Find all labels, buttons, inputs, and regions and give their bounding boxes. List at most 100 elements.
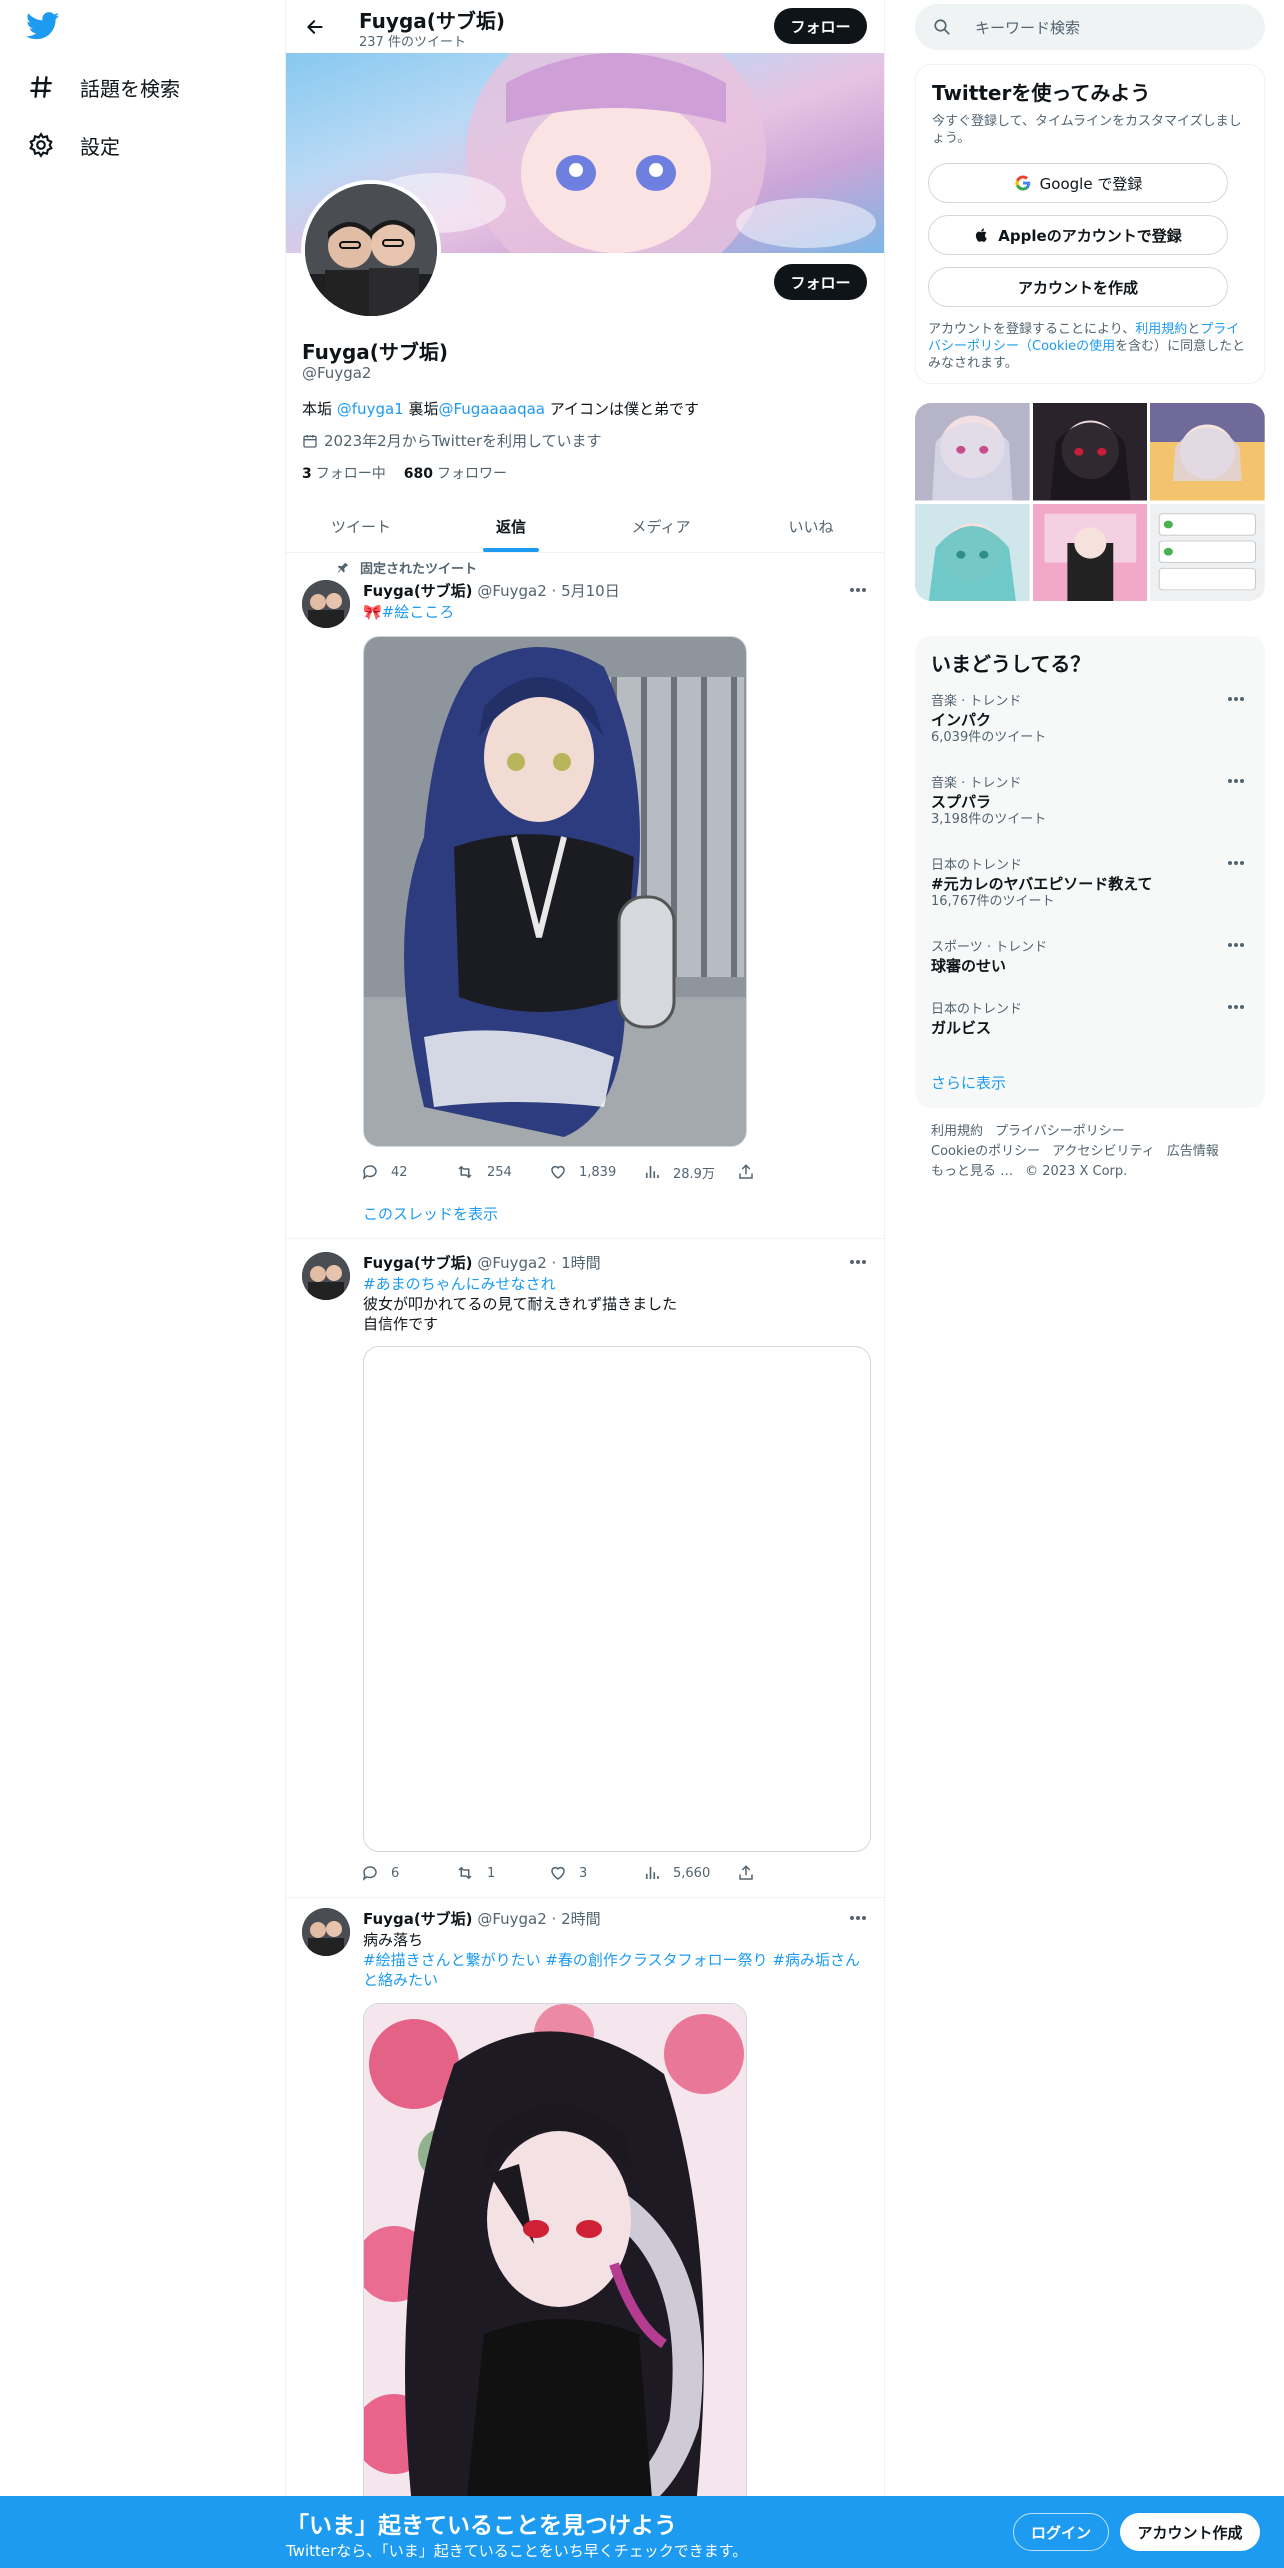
tweet-meta[interactable]: @Fuyga2 · 2時間 bbox=[477, 1910, 600, 1928]
google-signup-button[interactable]: Google で登録 bbox=[928, 163, 1228, 203]
trend-item[interactable]: 日本のトレンド #元カレのヤバエピソード教えて 16,767件のツイート bbox=[931, 858, 1251, 910]
footer-link-terms[interactable]: 利用規約 bbox=[931, 1124, 983, 1139]
twitter-logo-icon[interactable] bbox=[26, 12, 66, 44]
more-options-icon[interactable] bbox=[1227, 778, 1245, 784]
views-button[interactable]: 28.9万 bbox=[643, 1160, 737, 1184]
views-button[interactable]: 5,660 bbox=[643, 1861, 737, 1885]
tweet-meta[interactable]: @Fuyga2 · 5月10日 bbox=[477, 582, 619, 600]
show-thread-link[interactable]: このスレッドを表示 bbox=[363, 1204, 498, 1224]
login-button[interactable]: ログイン bbox=[1013, 2513, 1109, 2551]
profile-header-bar: Fuyga(サブ垢) 237 件のツイート フォロー bbox=[286, 0, 884, 53]
search-input[interactable]: キーワード検索 bbox=[975, 17, 1080, 38]
create-account-button[interactable]: アカウントを作成 bbox=[928, 267, 1228, 307]
back-arrow-icon[interactable] bbox=[298, 10, 332, 44]
following-link[interactable]: 3 フォロー中 bbox=[302, 463, 386, 483]
tweet-hashtag[interactable]: 🎀#絵こころ bbox=[363, 602, 454, 622]
calendar-icon bbox=[302, 433, 318, 449]
tweet-meta[interactable]: @Fuyga2 · 1時間 bbox=[477, 1254, 600, 1272]
tab-replies[interactable]: 返信 bbox=[436, 500, 586, 552]
tweet-media-image[interactable] bbox=[363, 2003, 747, 2523]
tab-likes[interactable]: いいね bbox=[736, 500, 884, 552]
search-icon bbox=[933, 18, 951, 36]
share-icon[interactable] bbox=[737, 1160, 767, 1184]
retweet-button[interactable]: 1 bbox=[455, 1861, 549, 1885]
bio-mention-link[interactable]: @fuyga1 bbox=[337, 400, 404, 418]
retweet-button[interactable]: 254 bbox=[455, 1160, 549, 1184]
reply-button[interactable]: 42 bbox=[361, 1160, 455, 1184]
more-options-icon[interactable] bbox=[848, 1908, 868, 1928]
trend-title: インパク bbox=[931, 711, 992, 729]
footer-link-accessibility[interactable]: アクセシビリティ bbox=[1052, 1144, 1155, 1159]
tweet-hashtag[interactable]: #あまのちゃんにみせなされ bbox=[363, 1274, 556, 1294]
like-count: 3 bbox=[579, 1865, 588, 1881]
trends-title: いまどうしてる？ bbox=[931, 652, 1091, 676]
following-count: 3 bbox=[302, 466, 312, 482]
more-options-icon[interactable] bbox=[1227, 942, 1245, 948]
bottombar-title: 「いま」起きていることを見つけよう bbox=[286, 2513, 677, 2539]
tweet-media-placeholder[interactable] bbox=[363, 1346, 871, 1852]
more-options-icon[interactable] bbox=[1227, 860, 1245, 866]
profile-handle: @Fuyga2 bbox=[302, 364, 372, 382]
trend-category: 音楽 · トレンド bbox=[931, 776, 1022, 791]
tweet-hashtags[interactable]: #絵描きさんと繋がりたい #春の創作クラスタフォロー祭り #病み垢さん bbox=[363, 1950, 860, 1970]
share-icon[interactable] bbox=[737, 1861, 767, 1885]
footer-links: 利用規約 プライバシーポリシー Cookieのポリシー アクセシビリティ 広告情報 も… bbox=[931, 1122, 1261, 1182]
more-options-icon[interactable] bbox=[1227, 1004, 1245, 1010]
tab-tweets[interactable]: ツイート bbox=[286, 500, 436, 552]
tweet-hashtags[interactable]: と絡みたい bbox=[363, 1970, 438, 1990]
more-options-icon[interactable] bbox=[848, 1252, 868, 1272]
tweet-text: 病み落ち bbox=[363, 1931, 424, 1949]
trends-show-more-link[interactable]: さらに表示 bbox=[931, 1072, 1006, 1093]
google-signup-label: Google で登録 bbox=[1039, 174, 1143, 193]
views-count: 28.9万 bbox=[673, 1166, 715, 1182]
tweet-avatar[interactable] bbox=[302, 1908, 350, 1956]
trend-item[interactable]: スポーツ · トレンド 球審のせい bbox=[931, 940, 1251, 976]
tweet-avatar[interactable] bbox=[302, 1252, 350, 1300]
profile-avatar[interactable] bbox=[301, 180, 441, 320]
terms-link[interactable]: 利用規約 bbox=[1135, 322, 1187, 337]
profile-follow-button[interactable]: フォロー bbox=[774, 264, 867, 300]
profile-joined: 2023年2月からTwitterを利用しています bbox=[302, 430, 602, 451]
bio-mention-link[interactable]: @Fugaaaaqaa bbox=[438, 400, 545, 418]
nav-explore[interactable]: 話題を検索 bbox=[26, 67, 180, 107]
media-thumbnail[interactable] bbox=[915, 403, 1030, 501]
footer-link-ads[interactable]: 広告情報 bbox=[1167, 1144, 1219, 1159]
followers-link[interactable]: 680 フォロワー bbox=[404, 463, 507, 483]
apple-icon bbox=[974, 226, 990, 244]
like-button[interactable]: 1,839 bbox=[549, 1160, 643, 1184]
apple-signup-button[interactable]: Appleのアカウントで登録 bbox=[928, 215, 1228, 255]
more-options-icon[interactable] bbox=[1227, 696, 1245, 702]
media-thumbnail[interactable] bbox=[915, 503, 1030, 602]
tweet-author-name[interactable]: Fuyga(サブ垢) bbox=[363, 1254, 473, 1272]
reply-button[interactable]: 6 bbox=[361, 1861, 455, 1885]
media-thumbnail[interactable] bbox=[1150, 503, 1265, 602]
tab-media[interactable]: メディア bbox=[586, 500, 736, 552]
tweet-media-image[interactable] bbox=[363, 636, 747, 1147]
footer-link-more[interactable]: もっと見る … bbox=[931, 1164, 1013, 1179]
footer-link-privacy[interactable]: プライバシーポリシー bbox=[995, 1124, 1125, 1139]
media-thumbnail[interactable] bbox=[1032, 403, 1148, 501]
trend-count: 6,039件のツイート bbox=[931, 730, 1047, 745]
trend-item[interactable]: 日本のトレンド ガルビス bbox=[931, 1002, 1251, 1038]
like-button[interactable]: 3 bbox=[549, 1861, 643, 1885]
tweet-author-name[interactable]: Fuyga(サブ垢) bbox=[363, 1910, 473, 1928]
trend-item[interactable]: 音楽 · トレンド スプパラ 3,198件のツイート bbox=[931, 776, 1251, 828]
footer-copyright: © 2023 X Corp. bbox=[1025, 1164, 1128, 1179]
nav-settings[interactable]: 設定 bbox=[26, 125, 120, 165]
right-sidebar: キーワード検索 Twitterを使ってみよう 今すぐ登録して、タイムラインをカス… bbox=[915, 0, 1265, 2568]
more-options-icon[interactable] bbox=[848, 580, 868, 600]
footer-link-cookie[interactable]: Cookieのポリシー bbox=[931, 1144, 1040, 1159]
trend-count: 16,767件のツイート bbox=[931, 894, 1055, 909]
following-label: フォロー中 bbox=[315, 466, 386, 482]
tweet-divider bbox=[286, 1238, 884, 1239]
media-thumbnail[interactable] bbox=[1150, 403, 1265, 501]
trend-item[interactable]: 音楽 · トレンド インパク 6,039件のツイート bbox=[931, 694, 1251, 746]
search-box[interactable]: キーワード検索 bbox=[915, 4, 1265, 50]
retweet-icon bbox=[455, 1864, 475, 1882]
tweet-author-name[interactable]: Fuyga(サブ垢) bbox=[363, 582, 473, 600]
tweet-header: Fuyga(サブ垢) @Fuyga2 · 2時間 bbox=[363, 1908, 601, 1929]
tweet-avatar[interactable] bbox=[302, 580, 350, 628]
signup-button[interactable]: アカウント作成 bbox=[1120, 2513, 1260, 2551]
media-thumbnail[interactable] bbox=[1032, 503, 1148, 602]
header-follow-button[interactable]: フォロー bbox=[774, 8, 867, 44]
